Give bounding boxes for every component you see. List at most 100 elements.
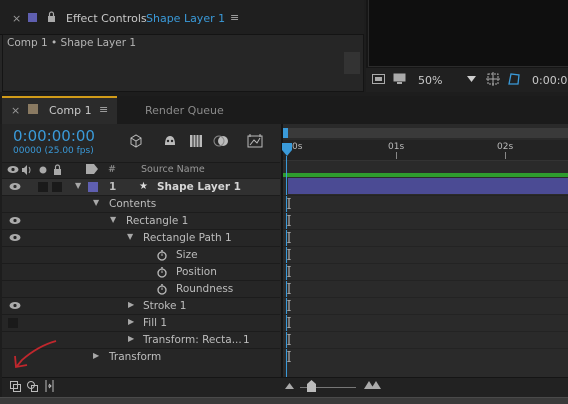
chevron-down-icon[interactable]	[467, 76, 476, 82]
mask-visibility-icon[interactable]	[507, 72, 521, 86]
stopwatch-icon[interactable]	[157, 284, 167, 295]
graph-editor-icon[interactable]	[247, 133, 263, 149]
motion-blur-icon[interactable]	[213, 133, 229, 149]
expand-triangle-icon[interactable]: ▶	[128, 334, 134, 343]
collapse-triangle-icon[interactable]: ▼	[127, 232, 133, 241]
lock-icon[interactable]	[47, 11, 56, 22]
stopwatch-icon[interactable]	[157, 250, 167, 261]
eye-icon[interactable]	[9, 233, 21, 242]
property-row[interactable]: Size	[2, 246, 280, 263]
property-row[interactable]: Position	[2, 263, 280, 280]
shy-layers-icon[interactable]	[162, 133, 178, 149]
expand-triangle-icon[interactable]: ▶	[128, 317, 134, 326]
property-bar-icon	[287, 232, 291, 243]
property-group-row[interactable]: ▶ Stroke 1	[2, 297, 280, 314]
label-column-icon[interactable]	[86, 164, 98, 174]
ruler-tick-label: 0s	[292, 142, 303, 152]
work-area-green-bar	[283, 173, 568, 177]
expand-triangle-icon[interactable]: ▶	[128, 300, 134, 309]
effect-controls-scrollbar[interactable]	[344, 52, 360, 74]
property-bar-icon	[287, 198, 291, 209]
property-bar-icon	[287, 351, 291, 362]
property-bar-icon	[287, 334, 291, 345]
comp-tab-menu-button[interactable]: ≡	[99, 103, 108, 116]
comp-icon	[28, 104, 38, 114]
property-name[interactable]: Stroke 1	[143, 300, 186, 312]
timeline-row	[283, 331, 568, 348]
property-bar-icon	[287, 249, 291, 260]
property-group-row[interactable]: ▼ Contents	[2, 195, 280, 212]
property-name[interactable]: Position	[176, 266, 217, 278]
lock-column-icon[interactable]	[53, 164, 62, 175]
expand-triangle-icon[interactable]: ▶	[93, 351, 99, 360]
time-ruler[interactable]	[283, 140, 568, 161]
comp-tab-close-button[interactable]: ×	[11, 104, 20, 117]
current-time-display[interactable]: 0:00:00:00	[13, 127, 95, 145]
collapse-triangle-icon[interactable]: ▼	[75, 181, 81, 190]
property-group-row[interactable]: ▼ Rectangle 1	[2, 212, 280, 229]
stopwatch-icon[interactable]	[157, 267, 167, 278]
tab-render-queue[interactable]: Render Queue	[145, 104, 224, 117]
modes-toggle-icon[interactable]	[27, 381, 38, 392]
effect-controls-breadcrumb: Comp 1 • Shape Layer 1	[7, 37, 137, 49]
viewer-canvas[interactable]	[368, 0, 568, 67]
property-name[interactable]: Transform	[109, 351, 161, 363]
lock-switch[interactable]	[52, 182, 62, 192]
layer-switches-toggle-icon[interactable]	[10, 381, 21, 392]
stretch-toggle-icon[interactable]	[44, 380, 55, 392]
property-name[interactable]: Roundness	[176, 283, 233, 295]
collapse-triangle-icon[interactable]: ▼	[93, 198, 99, 207]
timeline-row	[283, 263, 568, 280]
zoom-out-icon[interactable]	[285, 383, 294, 389]
eye-icon[interactable]	[9, 301, 21, 310]
solo-switch[interactable]	[38, 182, 48, 192]
grid-overlay-icon[interactable]	[486, 72, 500, 86]
property-group-row[interactable]: ▶ Fill 1	[2, 314, 280, 331]
playhead-icon[interactable]	[282, 143, 292, 156]
eye-column-icon[interactable]	[7, 165, 19, 174]
layer-name[interactable]: Shape Layer 1	[157, 181, 241, 193]
layer-number-column[interactable]: #	[108, 164, 116, 175]
eye-icon[interactable]	[9, 216, 21, 225]
property-name[interactable]: Fill 1	[143, 317, 167, 329]
layer-row[interactable]: ▼ 1 ★ Shape Layer 1	[2, 178, 280, 195]
frame-blending-icon[interactable]	[188, 133, 204, 149]
audio-column-icon[interactable]	[21, 165, 32, 175]
property-name[interactable]: Rectangle 1	[126, 215, 188, 227]
effect-controls-layer-name[interactable]: Shape Layer 1	[146, 12, 225, 25]
timeline-row	[283, 297, 568, 314]
layer-number: 1	[109, 181, 117, 193]
snapshot-icon[interactable]	[372, 73, 385, 85]
source-name-column[interactable]: Source Name	[141, 164, 205, 175]
effect-controls-menu-button[interactable]: ≡	[230, 11, 239, 24]
property-group-row[interactable]: ▼ Rectangle Path 1	[2, 229, 280, 246]
timeline-row	[283, 229, 568, 246]
viewer-timecode[interactable]: 0:00:00:	[532, 74, 568, 87]
property-bar-icon	[287, 266, 291, 277]
effect-controls-close-button[interactable]: ×	[12, 12, 21, 25]
zoom-slider-handle[interactable]	[307, 380, 316, 392]
property-name[interactable]: Rectangle Path 1	[143, 232, 232, 244]
label-color-swatch[interactable]	[88, 182, 98, 192]
zoom-dropdown[interactable]: 50%	[418, 74, 442, 87]
property-name[interactable]: Transform: Recta...	[143, 334, 242, 346]
property-name[interactable]: Size	[176, 249, 198, 261]
solo-column-icon[interactable]	[39, 166, 47, 174]
draft-3d-icon[interactable]	[128, 133, 144, 149]
collapse-triangle-icon[interactable]: ▼	[110, 215, 116, 224]
effect-controls-title: Effect Controls	[66, 12, 147, 25]
work-area-bar[interactable]	[283, 128, 568, 138]
layer-color-swatch	[28, 13, 37, 22]
eye-icon[interactable]	[9, 182, 21, 191]
property-row[interactable]: Roundness	[2, 280, 280, 297]
property-name[interactable]: Contents	[109, 198, 156, 210]
visibility-switch-off[interactable]	[8, 318, 18, 328]
tab-comp-1-label[interactable]: Comp 1	[49, 104, 92, 117]
layer-duration-bar[interactable]	[288, 178, 568, 194]
property-bar-icon	[287, 300, 291, 311]
frame-info: 00000 (25.00 fps)	[13, 146, 94, 156]
monitor-icon[interactable]	[393, 73, 406, 85]
timeline-row	[283, 212, 568, 229]
zoom-in-icon[interactable]	[364, 381, 382, 389]
work-area-start-handle[interactable]	[283, 128, 288, 138]
